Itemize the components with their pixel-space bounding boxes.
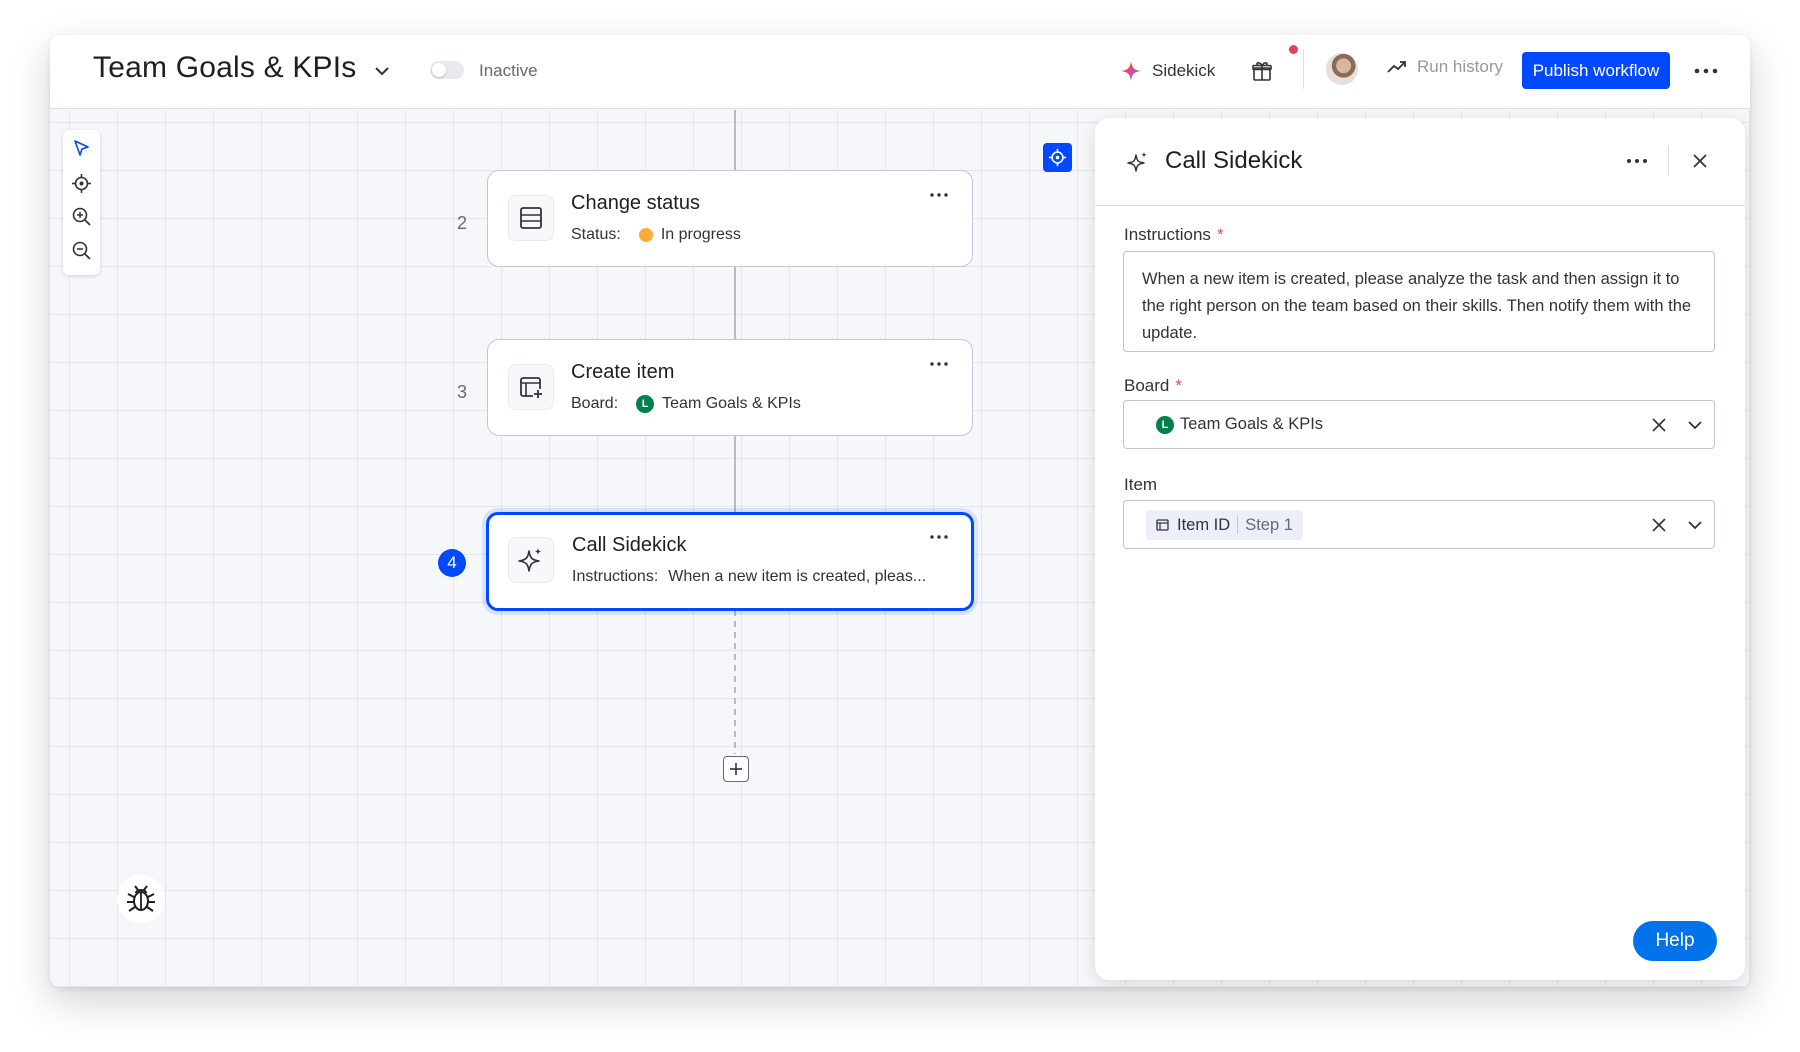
recenter-icon[interactable] [71,173,92,194]
chevron-down-icon[interactable] [1686,416,1704,434]
active-toggle[interactable] [430,61,464,79]
step-number: 2 [456,213,467,233]
run-history-label: Run history [1417,57,1503,76]
notification-dot [1289,45,1298,54]
step-summary: Instructions: When a new item is created… [572,568,926,586]
avatar[interactable] [1326,53,1358,85]
status-color-dot [638,228,653,242]
step-summary-value: When a new item is created, pleas... [668,568,927,585]
sparkle-icon [1121,61,1141,81]
board-badge: L [1156,415,1174,434]
sparkle-outline-icon [1127,152,1147,172]
chevron-down-icon[interactable] [1686,516,1704,534]
more-horizontal-icon[interactable] [928,531,950,543]
more-horizontal-icon[interactable] [1692,59,1720,83]
step-config-panel: Call Sidekick Instructions * When a new i… [1095,118,1745,980]
connector-line [734,436,736,520]
more-horizontal-icon[interactable] [928,358,950,370]
step-summary-value: In progress [660,226,741,243]
item-chip-label: Item ID [1177,515,1231,534]
item-icon [1156,519,1169,531]
top-header: Team Goals & KPIs Inactive Sidekick Run … [50,35,1750,109]
debug-button[interactable] [117,875,165,923]
instructions-label: Instructions * [1124,225,1224,245]
sparkle-outline-icon [508,537,554,583]
connector-dashed-line [734,610,736,754]
item-select[interactable]: Item ID Step 1 [1123,500,1715,549]
clear-icon[interactable] [1650,516,1668,534]
item-chip[interactable]: Item ID Step 1 [1146,510,1303,540]
workflow-title[interactable]: Team Goals & KPIs [93,51,357,85]
sidekick-label: Sidekick [1152,61,1216,80]
required-mark: * [1216,225,1224,244]
more-horizontal-icon[interactable] [1625,154,1649,168]
board-label: Board * [1124,376,1182,396]
step-node-call-sidekick[interactable]: Call Sidekick Instructions: When a new i… [486,512,974,611]
board-select-text: Team Goals & KPIs [1180,415,1324,433]
create-item-icon [508,364,554,410]
gift-icon[interactable] [1250,59,1274,83]
trend-line-icon [1387,61,1406,73]
panel-header: Call Sidekick [1095,118,1745,206]
step-number-active: 4 [438,549,466,577]
step-summary-key: Board: [571,395,619,412]
board-label-text: Board [1124,376,1170,395]
status-label: Inactive [479,61,538,80]
step-title: Create item [571,361,675,383]
focus-node-button[interactable] [1043,143,1072,172]
close-icon[interactable] [1690,151,1710,171]
required-mark: * [1175,376,1182,395]
zoom-in-icon[interactable] [71,206,92,227]
step-number: 3 [456,382,467,402]
clear-icon[interactable] [1650,416,1668,434]
item-label: Item [1124,475,1158,494]
chevron-down-icon[interactable] [372,61,392,81]
step-node-create-item[interactable]: Create item Board: L Team Goals & KPIs [487,339,973,436]
panel-title: Call Sidekick [1165,147,1303,174]
publish-workflow-button[interactable]: Publish workflow [1522,52,1670,89]
help-button[interactable]: Help [1633,921,1717,961]
bug-icon [127,885,155,912]
step-title: Change status [571,192,700,214]
step-summary-value: Team Goals & KPIs [662,395,801,412]
instructions-field[interactable]: When a new item is created, please analy… [1123,251,1715,352]
pointer-icon[interactable] [71,138,92,159]
step-summary-key: Instructions: [572,568,659,585]
zoom-out-icon[interactable] [71,240,92,261]
board-badge: L [636,395,655,413]
instructions-label-text: Instructions [1124,225,1211,244]
canvas-toolbar [63,130,100,275]
step-node-change-status[interactable]: Change status Status: In progress [487,170,973,267]
add-step-button[interactable] [723,756,749,782]
run-history-button[interactable]: Run history [1387,57,1503,77]
item-chip-step: Step 1 [1245,515,1293,534]
board-select-value: L Team Goals & KPIs [1156,415,1323,434]
header-divider [1303,49,1304,89]
step-summary: Status: In progress [571,226,741,244]
step-summary: Board: L Team Goals & KPIs [571,395,801,413]
sidekick-button[interactable]: Sidekick [1120,55,1215,87]
chip-separator [1237,516,1239,534]
panel-divider [1668,146,1669,176]
app-window: Team Goals & KPIs Inactive Sidekick Run … [50,35,1750,987]
more-horizontal-icon[interactable] [928,189,950,201]
step-summary-key: Status: [571,226,621,243]
step-title: Call Sidekick [572,534,687,556]
plus-icon [730,763,742,775]
table-icon [508,195,554,241]
connector-line [734,110,736,170]
board-select[interactable]: L Team Goals & KPIs [1123,400,1715,449]
target-icon [1048,148,1067,167]
